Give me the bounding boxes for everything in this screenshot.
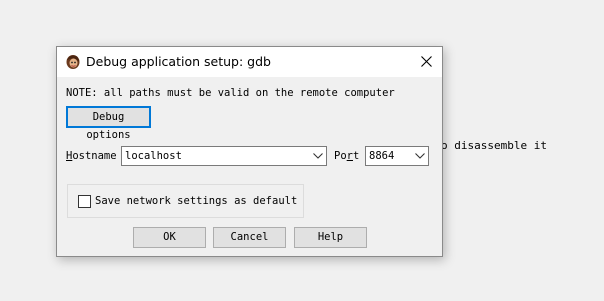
background-text: o disassemble it bbox=[441, 139, 547, 152]
network-settings-group: Save network settings as default bbox=[67, 184, 304, 218]
dialog-title: Debug application setup: gdb bbox=[86, 54, 271, 69]
hostname-value: localhost bbox=[125, 150, 182, 162]
port-label-rest: t bbox=[352, 150, 360, 162]
debug-setup-dialog: Debug application setup: gdb NOTE: all p… bbox=[56, 46, 443, 257]
save-settings-label[interactable]: Save network settings as default bbox=[95, 195, 297, 207]
hostname-combobox[interactable]: localhost bbox=[121, 146, 327, 166]
hostname-label: Hostname bbox=[66, 150, 117, 162]
close-icon bbox=[421, 56, 432, 67]
port-value: 8864 bbox=[369, 150, 395, 162]
port-label: Port bbox=[334, 150, 359, 162]
note-text: NOTE: all paths must be valid on the rem… bbox=[66, 87, 395, 99]
debug-options-button[interactable]: Debug options bbox=[66, 106, 151, 141]
cancel-button[interactable]: Cancel bbox=[213, 227, 286, 248]
help-button[interactable]: Help bbox=[294, 227, 367, 248]
chevron-down-icon[interactable] bbox=[313, 153, 323, 159]
save-settings-checkbox[interactable] bbox=[78, 195, 91, 208]
hostname-label-rest: ostname bbox=[72, 150, 117, 162]
ok-button[interactable]: OK bbox=[133, 227, 206, 248]
title-bar[interactable]: Debug application setup: gdb bbox=[57, 47, 442, 77]
close-button[interactable] bbox=[412, 47, 442, 77]
port-label-first: Po bbox=[334, 150, 347, 162]
port-combobox[interactable]: 8864 bbox=[365, 146, 429, 166]
app-icon bbox=[65, 54, 81, 70]
chevron-down-icon[interactable] bbox=[415, 153, 425, 159]
